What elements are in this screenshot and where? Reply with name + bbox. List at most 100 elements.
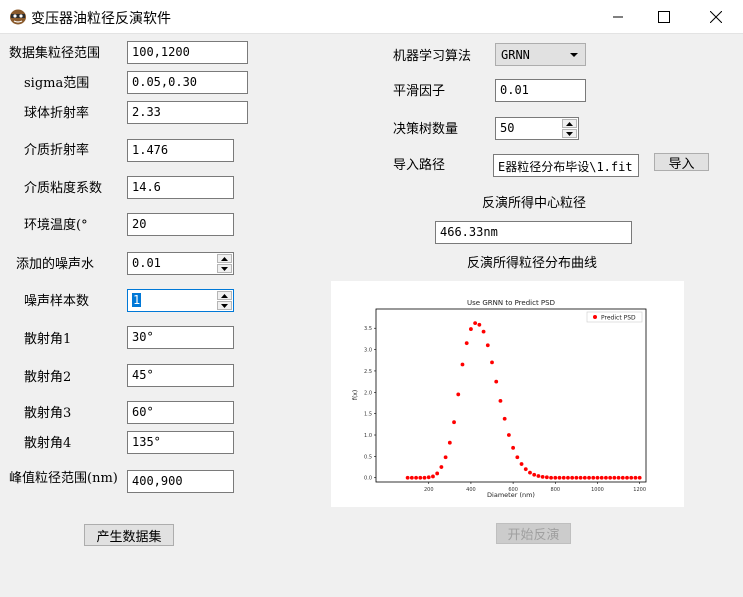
angle1-input[interactable]: 30° — [127, 326, 234, 349]
legend-label: Predict PSD — [601, 315, 636, 322]
y-tick-label: 3.5 — [364, 326, 372, 332]
noise-level-down-button[interactable] — [217, 264, 232, 273]
psd-data-point — [452, 420, 456, 425]
sphere-ri-input[interactable]: 2.33 — [127, 101, 248, 124]
sigma-range-input[interactable]: 0.05,0.30 — [127, 71, 248, 94]
angle4-input[interactable]: 135° — [127, 431, 234, 454]
close-icon — [710, 10, 722, 23]
noise-level-spinbox[interactable]: 0.01 — [127, 252, 234, 275]
angle2-input[interactable]: 45° — [127, 364, 234, 387]
psd-data-point — [422, 475, 427, 480]
peak-range-input[interactable]: 400,900 — [127, 470, 234, 493]
trees-label: 决策树数量 — [393, 122, 459, 137]
psd-data-point — [637, 475, 642, 480]
curve-label: 反演所得粒径分布曲线 — [467, 256, 598, 271]
x-tick-label: 400 — [466, 487, 476, 493]
psd-data-point — [485, 343, 490, 348]
noise-level-label: 添加的噪声水 — [16, 257, 95, 272]
start-inversion-button[interactable]: 开始反演 — [496, 523, 571, 544]
x-tick-label: 200 — [424, 487, 434, 493]
psd-data-point — [595, 475, 600, 480]
x-tick-label: 1000 — [591, 487, 604, 493]
minimize-icon — [613, 16, 623, 17]
psd-data-point — [447, 440, 452, 445]
y-tick-label: 2.0 — [364, 390, 372, 396]
psd-data-point — [506, 433, 511, 437]
title-bar: 变压器油粒径反演软件 — [0, 0, 743, 34]
smoothing-label: 平滑因子 — [393, 84, 446, 99]
medium-ri-label: 介质折射率 — [24, 143, 90, 158]
trees-up-button[interactable] — [562, 119, 577, 128]
medium-ri-input[interactable]: 1.476 — [127, 139, 234, 162]
psd-data-point — [490, 360, 494, 365]
psd-data-point — [431, 474, 435, 479]
noise-samples-up-button[interactable] — [217, 291, 232, 300]
psd-data-point — [561, 475, 566, 480]
psd-data-point — [566, 475, 570, 480]
trees-spinbox[interactable]: 50 — [495, 117, 579, 140]
smoothing-input[interactable]: 0.01 — [495, 79, 586, 102]
algorithm-select[interactable]: GRNN — [495, 43, 586, 66]
psd-data-point — [616, 475, 621, 480]
psd-data-point — [612, 475, 617, 480]
sphere-ri-label: 球体折射率 — [24, 106, 90, 121]
chart-axes-frame — [375, 308, 647, 483]
psd-data-point — [599, 475, 604, 480]
medium-viscosity-input[interactable]: 14.6 — [127, 176, 234, 199]
triangle-up-icon — [221, 293, 228, 298]
psd-chart: Use GRNN to Predict PSD 0.0 0.5 1.0 1.5 2.0 2… — [352, 299, 647, 499]
y-tick-label: 0.5 — [364, 454, 372, 460]
noise-samples-value: 1 — [132, 293, 142, 307]
psd-data-point — [608, 475, 613, 480]
psd-data-point — [620, 475, 625, 480]
y-tick-label: 3.0 — [364, 348, 372, 354]
env-temp-input[interactable]: 20 — [127, 213, 234, 236]
psd-data-point — [435, 471, 440, 476]
psd-data-point — [494, 379, 499, 384]
noise-samples-spinbox[interactable]: 1 — [127, 289, 234, 312]
chart-xlabel: Diameter (nm) — [487, 491, 535, 499]
psd-data-point — [456, 392, 461, 397]
psd-data-point — [570, 475, 575, 480]
psd-data-point — [629, 475, 634, 480]
close-button[interactable] — [693, 0, 739, 33]
trees-down-button[interactable] — [562, 129, 577, 138]
chevron-down-icon — [570, 53, 578, 57]
angle3-label: 散射角3 — [24, 406, 72, 421]
psd-data-point — [409, 475, 414, 480]
medium-viscosity-label: 介质粘度系数 — [24, 181, 103, 196]
psd-data-point — [511, 445, 516, 450]
triangle-down-icon — [221, 266, 228, 271]
import-path-input[interactable]: E器粒径分布毕设\1.fit — [493, 154, 639, 177]
generate-dataset-button[interactable]: 产生数据集 — [84, 524, 174, 546]
y-tick-label: 0.0 — [364, 476, 372, 482]
noise-samples-label: 噪声样本数 — [24, 294, 90, 309]
chart-ylabel: f(x) — [352, 390, 359, 400]
noise-samples-down-button[interactable] — [217, 301, 232, 310]
minimize-button[interactable] — [595, 0, 641, 33]
triangle-down-icon — [221, 303, 228, 308]
psd-data-point — [523, 467, 528, 472]
psd-data-point — [519, 462, 524, 466]
maximize-button[interactable] — [641, 0, 687, 33]
noise-level-up-button[interactable] — [217, 254, 232, 263]
chart-title: Use GRNN to Predict PSD — [467, 299, 555, 307]
psd-data-point — [405, 475, 410, 480]
import-button[interactable]: 导入 — [654, 153, 709, 172]
psd-data-point — [578, 475, 583, 480]
y-tick-label: 1.5 — [364, 412, 372, 418]
angle1-label: 散射角1 — [24, 332, 72, 347]
algorithm-label: 机器学习算法 — [393, 49, 472, 64]
noise-level-value: 0.01 — [132, 256, 161, 270]
angle3-input[interactable]: 60° — [127, 401, 234, 424]
angle2-label: 散射角2 — [24, 370, 72, 385]
dataset-range-input[interactable]: 100,1200 — [127, 41, 248, 64]
psd-data-point — [460, 362, 465, 367]
psd-data-point — [464, 341, 469, 346]
peak-range-label: 峰值粒径范围(nm) — [9, 471, 118, 486]
triangle-up-icon — [221, 256, 228, 261]
trees-value: 50 — [500, 121, 515, 135]
y-tick-label: 1.0 — [364, 433, 372, 439]
psd-data-point — [414, 475, 418, 480]
sigma-range-label: sigma范围 — [24, 76, 90, 91]
